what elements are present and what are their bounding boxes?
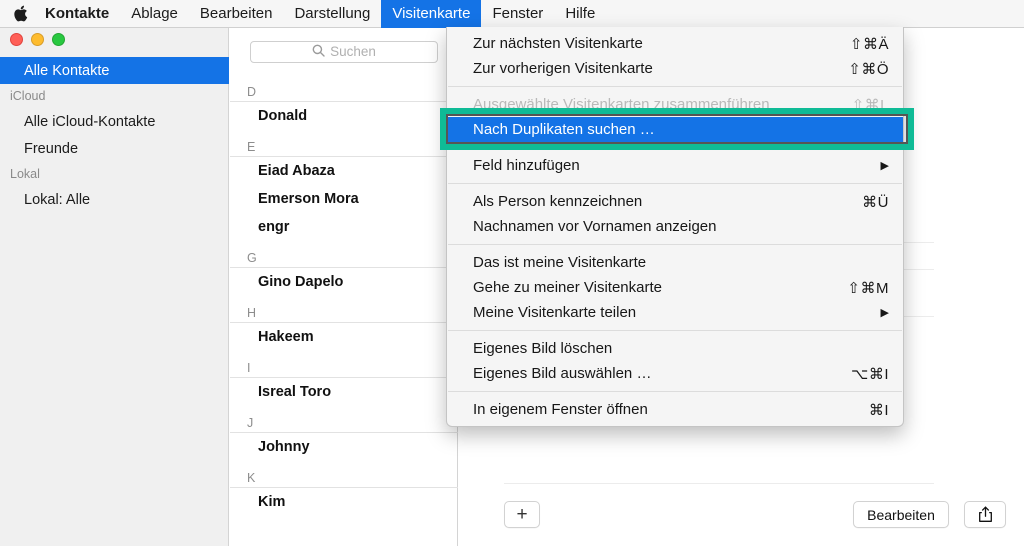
menu-item-label: Eigenes Bild löschen bbox=[473, 340, 613, 357]
contacts-list-column: Suchen D Donald E Eiad Abaza Emerson Mora eng… bbox=[230, 28, 458, 546]
menu-item-label: Das ist meine Visitenkarte bbox=[473, 254, 647, 271]
menu-item-label: In eigenem Fenster öffnen bbox=[473, 401, 648, 418]
menu-item-label: Nachnamen vor Vornamen anzeigen bbox=[473, 218, 717, 235]
contacts-section-letter: K bbox=[230, 461, 458, 488]
menu-item-shortcut: ⇧⌘L bbox=[851, 96, 889, 114]
contacts-section-letter: I bbox=[230, 351, 458, 378]
menu-item-shortcut: ⌥⌘I bbox=[851, 365, 889, 383]
close-button[interactable] bbox=[10, 33, 23, 46]
menu-item-shortcut: ⇧⌘Ä bbox=[849, 35, 889, 53]
menu-item-label: Feld hinzufügen bbox=[473, 157, 580, 174]
contacts-list[interactable]: D Donald E Eiad Abaza Emerson Mora engr G Gino … bbox=[230, 75, 458, 546]
menu-item-shortcut: ⌘Ü bbox=[862, 193, 889, 211]
sidebar-section-header: Lokal bbox=[10, 167, 40, 181]
menu-bearbeiten[interactable]: Bearbeiten bbox=[189, 0, 284, 28]
menu-item-label: Zur vorherigen Visitenkarte bbox=[473, 60, 653, 77]
list-item[interactable]: Hakeem bbox=[230, 323, 458, 351]
zoom-button[interactable] bbox=[52, 33, 65, 46]
search-placeholder: Suchen bbox=[330, 44, 376, 59]
add-contact-button[interactable]: + bbox=[504, 501, 540, 528]
contacts-section-letter: G bbox=[230, 241, 458, 268]
list-item[interactable]: Donald bbox=[230, 102, 458, 130]
menu-item-zur-vorherigen-visitenkarte[interactable]: Zur vorherigen Visitenkarte ⇧⌘Ö bbox=[447, 56, 903, 81]
list-item[interactable]: Johnny bbox=[230, 433, 458, 461]
contacts-section-letter: J bbox=[230, 406, 458, 433]
menu-item-label: Eigenes Bild auswählen … bbox=[473, 365, 652, 382]
search-bar: Suchen bbox=[230, 28, 458, 75]
list-item[interactable]: Isreal Toro bbox=[230, 378, 458, 406]
submenu-arrow-icon: ▶ bbox=[880, 307, 889, 319]
menu-item-label: Nach Duplikaten suchen … bbox=[473, 121, 655, 138]
menu-separator bbox=[448, 147, 902, 148]
menu-fenster[interactable]: Fenster bbox=[481, 0, 554, 28]
submenu-arrow-icon: ▶ bbox=[880, 160, 889, 172]
list-item[interactable]: Eiad Abaza bbox=[230, 157, 458, 185]
menu-item-shortcut: ⇧⌘Ö bbox=[848, 60, 889, 78]
window-traffic-lights bbox=[10, 33, 65, 46]
menu-separator bbox=[448, 391, 902, 392]
menu-visitenkarte[interactable]: Visitenkarte bbox=[381, 0, 482, 28]
visitenkarte-dropdown-menu[interactable]: Zur nächsten Visitenkarte ⇧⌘Ä Zur vorherig… bbox=[446, 27, 904, 427]
menu-item-label: Meine Visitenkarte teilen bbox=[473, 304, 637, 321]
edit-button[interactable]: Bearbeiten bbox=[853, 501, 949, 528]
menu-item-das-ist-meine-visitenkarte[interactable]: Das ist meine Visitenkarte bbox=[447, 250, 903, 275]
menu-item-nachnamen-vor-vornamen-anzeigen[interactable]: Nachnamen vor Vornamen anzeigen bbox=[447, 214, 903, 239]
menu-item-als-person-kennzeichnen[interactable]: Als Person kennzeichnen ⌘Ü bbox=[447, 189, 903, 214]
contacts-section-letter: H bbox=[230, 296, 458, 323]
menu-separator bbox=[448, 244, 902, 245]
share-icon[interactable] bbox=[964, 501, 1006, 528]
search-input[interactable]: Suchen bbox=[250, 40, 438, 63]
sidebar-item-freunde[interactable]: Freunde bbox=[0, 135, 229, 162]
menu-item-nach-duplikaten-suchen[interactable]: Nach Duplikaten suchen … bbox=[447, 117, 903, 142]
menu-item-gehe-zu-meiner-visitenkarte[interactable]: Gehe zu meiner Visitenkarte ⇧⌘M bbox=[447, 275, 903, 300]
menu-item-label: Zur nächsten Visitenkarte bbox=[473, 35, 643, 52]
menu-item-label: Ausgewählte Visitenkarten zusammenführen bbox=[473, 96, 770, 113]
menu-item-label: Als Person kennzeichnen bbox=[473, 193, 643, 210]
menu-item-shortcut: ⌘I bbox=[868, 401, 889, 419]
sidebar-item-lokal-alle[interactable]: Lokal: Alle bbox=[0, 186, 229, 213]
apple-logo-icon[interactable] bbox=[0, 0, 34, 28]
search-icon bbox=[312, 44, 325, 60]
list-item[interactable]: Gino Dapelo bbox=[230, 268, 458, 296]
sidebar-item-alle-kontakte[interactable]: Alle Kontakte bbox=[0, 57, 229, 84]
menu-darstellung[interactable]: Darstellung bbox=[283, 0, 381, 28]
contacts-section-letter: D bbox=[230, 75, 458, 102]
menu-separator bbox=[448, 183, 902, 184]
menu-item-label: Gehe zu meiner Visitenkarte bbox=[473, 279, 662, 296]
menu-ablage[interactable]: Ablage bbox=[120, 0, 189, 28]
contacts-section-letter: E bbox=[230, 130, 458, 157]
sidebar-item-alle-icloud-kontakte[interactable]: Alle iCloud-Kontakte bbox=[0, 108, 229, 135]
menu-separator bbox=[448, 86, 902, 87]
detail-toolbar: + Bearbeiten bbox=[459, 484, 1024, 546]
menu-item-feld-hinzuf-gen[interactable]: Feld hinzufügen ▶ bbox=[447, 153, 903, 178]
menu-kontakte[interactable]: Kontakte bbox=[34, 0, 120, 28]
list-item[interactable]: Kim bbox=[230, 488, 458, 516]
list-item[interactable]: engr bbox=[230, 213, 458, 241]
sidebar: Alle Kontakte iCloud Alle iCloud-Kontakte F… bbox=[0, 28, 229, 546]
menu-hilfe[interactable]: Hilfe bbox=[554, 0, 606, 28]
menu-separator bbox=[448, 330, 902, 331]
menu-bar: Kontakte Ablage Bearbeiten Darstellung V… bbox=[0, 0, 1024, 28]
menu-item-zur-n-chsten-visitenkarte[interactable]: Zur nächsten Visitenkarte ⇧⌘Ä bbox=[447, 31, 903, 56]
list-item[interactable]: Emerson Mora bbox=[230, 185, 458, 213]
sidebar-section-header: iCloud bbox=[10, 89, 46, 103]
menu-item-shortcut: ⇧⌘M bbox=[847, 279, 889, 297]
menu-item-eigenes-bild-l-schen[interactable]: Eigenes Bild löschen bbox=[447, 336, 903, 361]
menu-item-in-eigenem-fenster-ffnen[interactable]: In eigenem Fenster öffnen ⌘I bbox=[447, 397, 903, 422]
app-root: Kontakte Ablage Bearbeiten Darstellung V… bbox=[0, 0, 1024, 546]
menu-item-ausgew-hlte-visitenkarten-zusammenf-hren: Ausgewählte Visitenkarten zusammenführen… bbox=[447, 92, 903, 117]
menu-item-eigenes-bild-ausw-hlen[interactable]: Eigenes Bild auswählen … ⌥⌘I bbox=[447, 361, 903, 386]
menu-item-meine-visitenkarte-teilen[interactable]: Meine Visitenkarte teilen ▶ bbox=[447, 300, 903, 325]
sidebar-group-list: Alle Kontakte iCloud Alle iCloud-Kontakte F… bbox=[0, 57, 229, 213]
minimize-button[interactable] bbox=[31, 33, 44, 46]
